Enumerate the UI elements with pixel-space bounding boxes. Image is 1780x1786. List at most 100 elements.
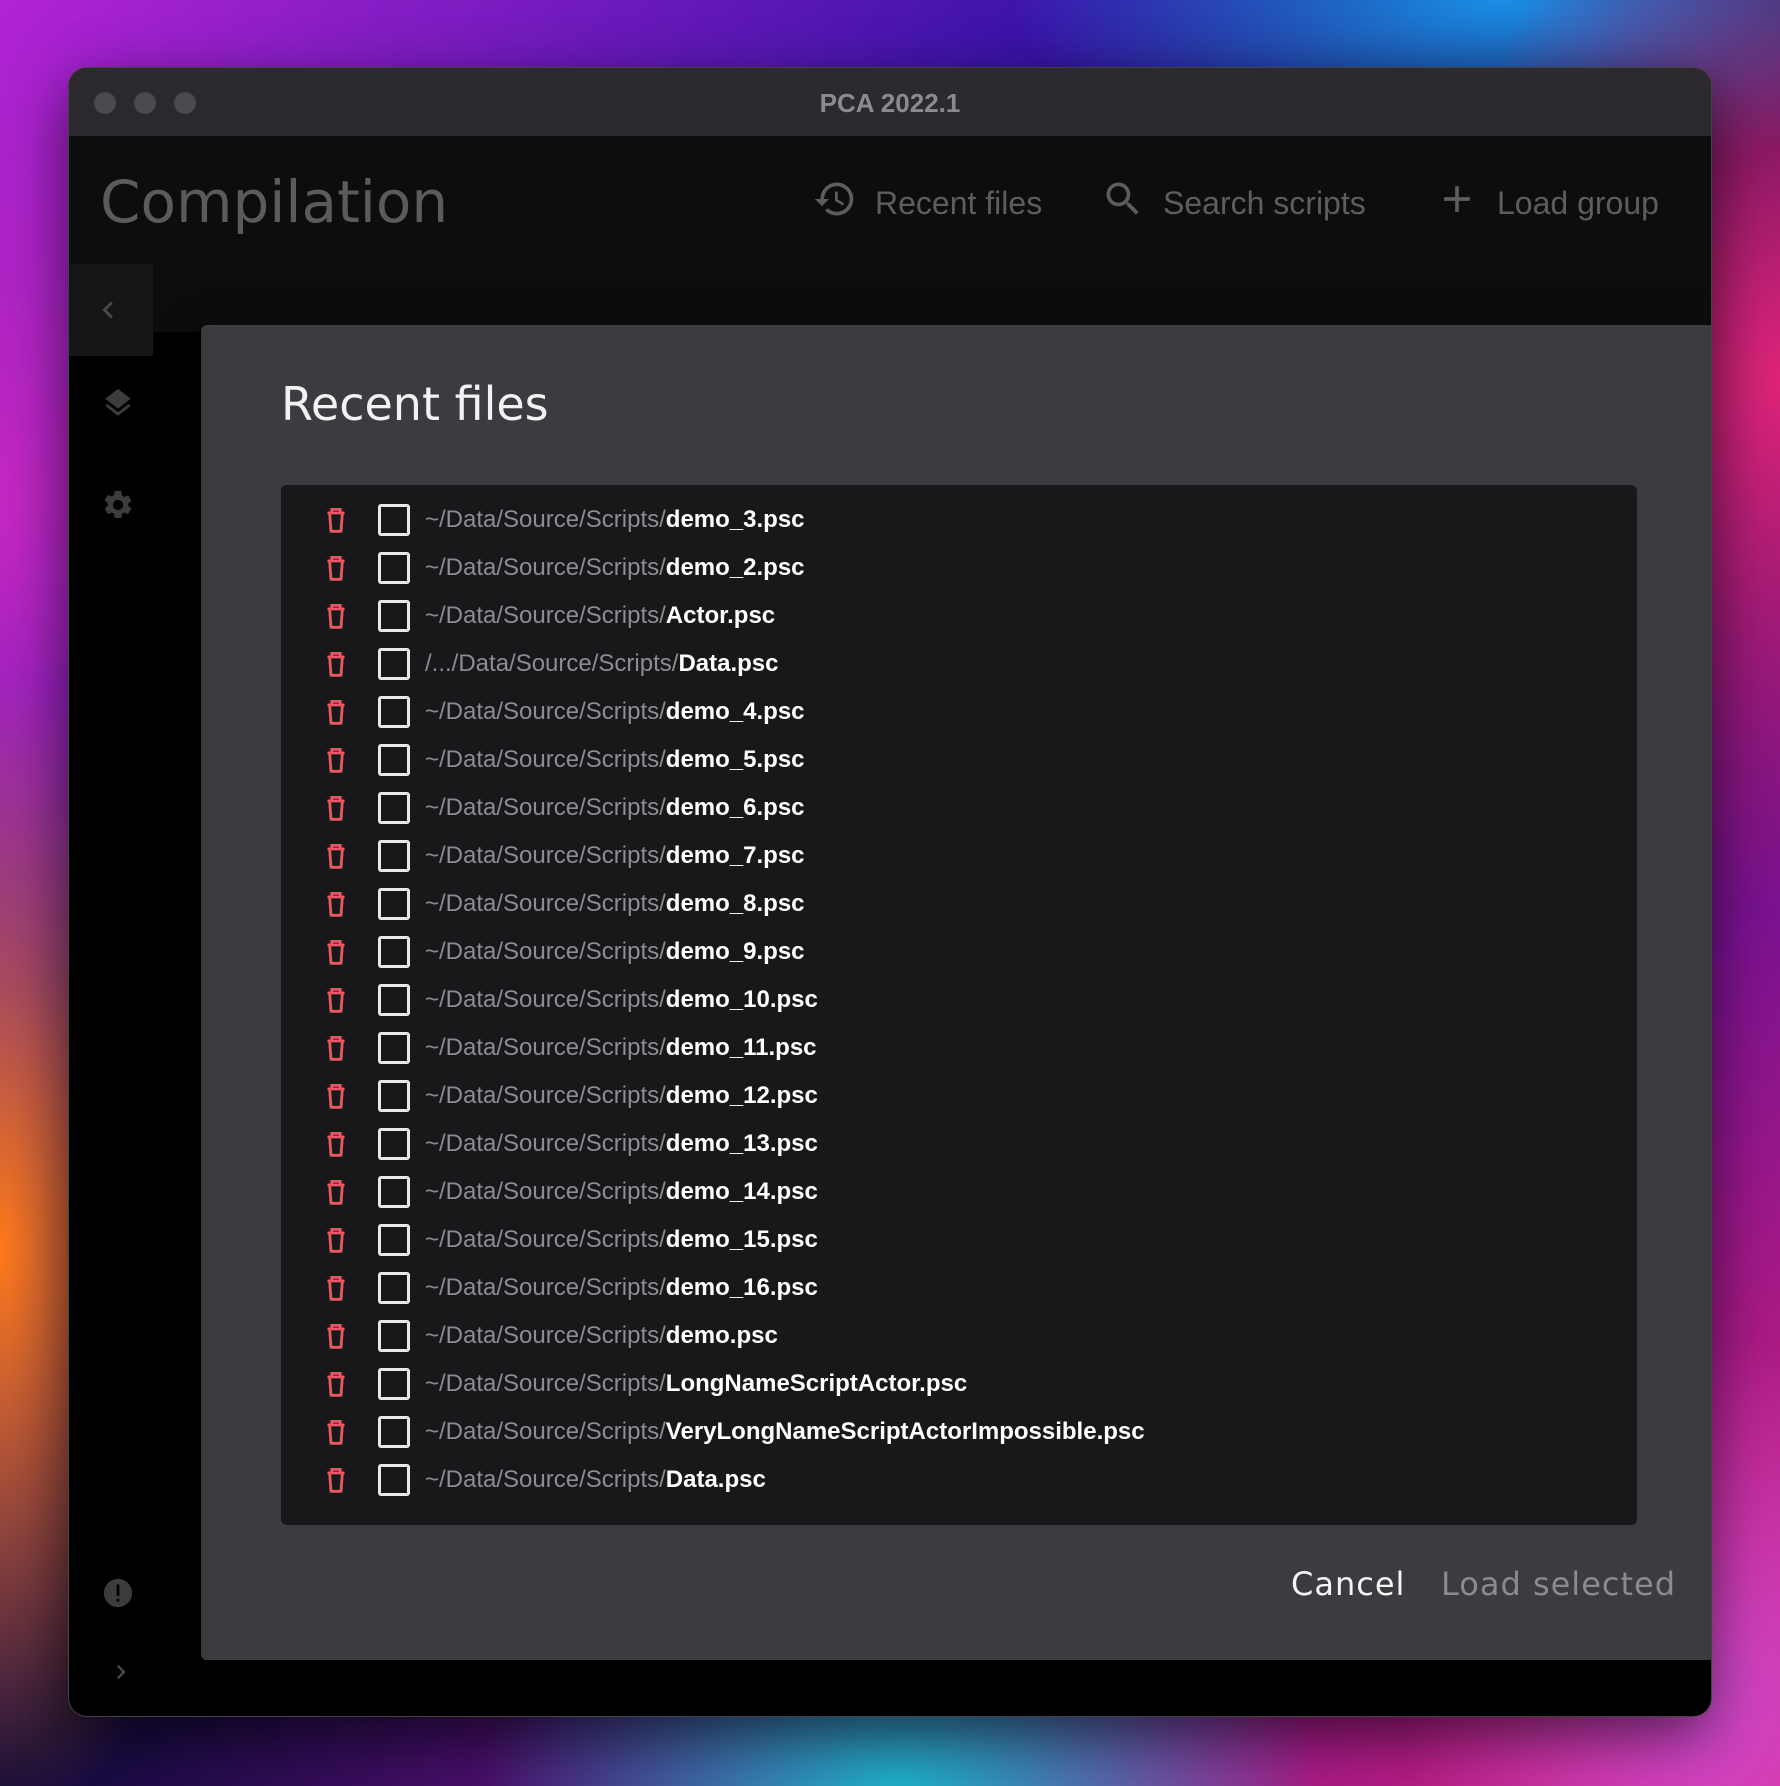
gear-icon[interactable] bbox=[101, 488, 135, 527]
trash-icon[interactable] bbox=[319, 1175, 353, 1209]
file-checkbox[interactable] bbox=[378, 648, 410, 680]
file-directory: ~/Data/Source/Scripts/ bbox=[425, 938, 666, 965]
file-checkbox[interactable] bbox=[378, 1080, 410, 1112]
trash-icon[interactable] bbox=[319, 1367, 353, 1401]
trash-icon[interactable] bbox=[319, 551, 353, 585]
list-item: ~/Data/Source/Scripts/demo_11.psc bbox=[281, 1024, 1637, 1072]
file-path[interactable]: ~/Data/Source/Scripts/demo_13.psc bbox=[425, 1130, 818, 1158]
file-path[interactable]: ~/Data/Source/Scripts/demo_6.psc bbox=[425, 794, 805, 822]
file-path[interactable]: ~/Data/Source/Scripts/demo_14.psc bbox=[425, 1178, 818, 1206]
file-directory: ~/Data/Source/Scripts/ bbox=[425, 746, 666, 773]
file-path[interactable]: ~/Data/Source/Scripts/Actor.psc bbox=[425, 602, 775, 630]
trash-icon[interactable] bbox=[319, 791, 353, 825]
trash-icon[interactable] bbox=[319, 1127, 353, 1161]
file-directory: ~/Data/Source/Scripts/ bbox=[425, 794, 666, 821]
list-item: ~/Data/Source/Scripts/demo_10.psc bbox=[281, 976, 1637, 1024]
trash-icon[interactable] bbox=[319, 695, 353, 729]
file-checkbox[interactable] bbox=[378, 744, 410, 776]
chevron-right-icon[interactable] bbox=[107, 1658, 135, 1691]
file-checkbox[interactable] bbox=[378, 696, 410, 728]
file-name: demo_9.psc bbox=[665, 938, 805, 965]
file-checkbox[interactable] bbox=[378, 1128, 410, 1160]
trash-icon[interactable] bbox=[319, 1223, 353, 1257]
page-title: Compilation bbox=[100, 168, 449, 236]
trash-icon[interactable] bbox=[319, 1271, 353, 1305]
list-item: ~/Data/Source/Scripts/demo_6.psc bbox=[281, 784, 1637, 832]
file-checkbox[interactable] bbox=[378, 984, 410, 1016]
file-path[interactable]: ~/Data/Source/Scripts/demo_2.psc bbox=[425, 554, 805, 582]
cancel-button[interactable]: Cancel bbox=[1291, 1565, 1405, 1603]
trash-icon[interactable] bbox=[319, 983, 353, 1017]
file-name: demo_7.psc bbox=[665, 842, 805, 869]
layers-icon[interactable] bbox=[101, 386, 135, 425]
file-path[interactable]: ~/Data/Source/Scripts/demo_9.psc bbox=[425, 938, 805, 966]
file-path[interactable]: ~/Data/Source/Scripts/demo_10.psc bbox=[425, 986, 818, 1014]
trash-icon[interactable] bbox=[319, 647, 353, 681]
file-name: Data.psc bbox=[678, 650, 779, 677]
file-checkbox[interactable] bbox=[378, 504, 410, 536]
file-name: demo_15.psc bbox=[665, 1226, 818, 1253]
trash-icon[interactable] bbox=[319, 1415, 353, 1449]
recent-files-button[interactable]: Recent files bbox=[813, 178, 1042, 228]
file-checkbox[interactable] bbox=[378, 1176, 410, 1208]
file-directory: ~/Data/Source/Scripts/ bbox=[425, 1466, 666, 1493]
trash-icon[interactable] bbox=[319, 599, 353, 633]
file-path[interactable]: ~/Data/Source/Scripts/demo_8.psc bbox=[425, 890, 805, 918]
trash-icon[interactable] bbox=[319, 839, 353, 873]
file-path[interactable]: /.../Data/Source/Scripts/Data.psc bbox=[425, 650, 778, 678]
file-checkbox[interactable] bbox=[378, 840, 410, 872]
dialog-title: Recent files bbox=[281, 377, 549, 431]
alert-icon[interactable] bbox=[101, 1576, 135, 1615]
file-path[interactable]: ~/Data/Source/Scripts/demo_5.psc bbox=[425, 746, 805, 774]
file-checkbox[interactable] bbox=[378, 1464, 410, 1496]
list-item: ~/Data/Source/Scripts/demo_8.psc bbox=[281, 880, 1637, 928]
history-icon bbox=[813, 177, 857, 229]
load-group-button[interactable]: Load group bbox=[1435, 178, 1659, 228]
file-path[interactable]: ~/Data/Source/Scripts/demo_11.psc bbox=[425, 1034, 817, 1062]
file-path[interactable]: ~/Data/Source/Scripts/LongNameScriptActo… bbox=[425, 1370, 967, 1398]
list-item: ~/Data/Source/Scripts/demo_5.psc bbox=[281, 736, 1637, 784]
trash-icon[interactable] bbox=[319, 935, 353, 969]
file-name: demo.psc bbox=[665, 1322, 778, 1349]
file-checkbox[interactable] bbox=[378, 552, 410, 584]
trash-icon[interactable] bbox=[319, 1079, 353, 1113]
window-title: PCA 2022.1 bbox=[819, 88, 961, 118]
file-path[interactable]: ~/Data/Source/Scripts/demo_16.psc bbox=[425, 1274, 818, 1302]
file-path[interactable]: ~/Data/Source/Scripts/demo_15.psc bbox=[425, 1226, 818, 1254]
file-checkbox[interactable] bbox=[378, 792, 410, 824]
trash-icon[interactable] bbox=[319, 1319, 353, 1353]
file-path[interactable]: ~/Data/Source/Scripts/demo_12.psc bbox=[425, 1082, 818, 1110]
list-item: ~/Data/Source/Scripts/demo_13.psc bbox=[281, 1120, 1637, 1168]
trash-icon[interactable] bbox=[319, 1031, 353, 1065]
file-directory: ~/Data/Source/Scripts/ bbox=[425, 554, 666, 581]
title-bar: PCA 2022.1 bbox=[69, 68, 1711, 137]
file-name: Actor.psc bbox=[665, 602, 776, 629]
file-checkbox[interactable] bbox=[378, 1320, 410, 1352]
file-checkbox[interactable] bbox=[378, 600, 410, 632]
file-checkbox[interactable] bbox=[378, 1032, 410, 1064]
file-path[interactable]: ~/Data/Source/Scripts/VeryLongNameScript… bbox=[425, 1418, 1145, 1446]
trash-icon[interactable] bbox=[319, 743, 353, 777]
recent-files-list: ~/Data/Source/Scripts/demo_3.psc ~/Data/S… bbox=[281, 485, 1637, 1525]
trash-icon[interactable] bbox=[319, 1463, 353, 1497]
trash-icon[interactable] bbox=[319, 503, 353, 537]
file-directory: ~/Data/Source/Scripts/ bbox=[425, 986, 666, 1013]
file-path[interactable]: ~/Data/Source/Scripts/demo_7.psc bbox=[425, 842, 805, 870]
file-path[interactable]: ~/Data/Source/Scripts/demo_3.psc bbox=[425, 506, 805, 534]
file-checkbox[interactable] bbox=[378, 888, 410, 920]
file-checkbox[interactable] bbox=[378, 1368, 410, 1400]
file-name: demo_6.psc bbox=[665, 794, 805, 821]
file-path[interactable]: ~/Data/Source/Scripts/Data.psc bbox=[425, 1466, 766, 1494]
file-checkbox[interactable] bbox=[378, 1416, 410, 1448]
chevron-left-icon[interactable] bbox=[91, 293, 125, 332]
load-selected-button[interactable]: Load selected bbox=[1441, 1565, 1676, 1603]
file-path[interactable]: ~/Data/Source/Scripts/demo.psc bbox=[425, 1322, 778, 1350]
search-scripts-label: Search scripts bbox=[1163, 184, 1366, 221]
file-checkbox[interactable] bbox=[378, 1224, 410, 1256]
file-checkbox[interactable] bbox=[378, 1272, 410, 1304]
list-item: ~/Data/Source/Scripts/LongNameScriptActo… bbox=[281, 1360, 1637, 1408]
search-scripts-button[interactable]: Search scripts bbox=[1101, 178, 1366, 228]
file-path[interactable]: ~/Data/Source/Scripts/demo_4.psc bbox=[425, 698, 805, 726]
trash-icon[interactable] bbox=[319, 887, 353, 921]
file-checkbox[interactable] bbox=[378, 936, 410, 968]
